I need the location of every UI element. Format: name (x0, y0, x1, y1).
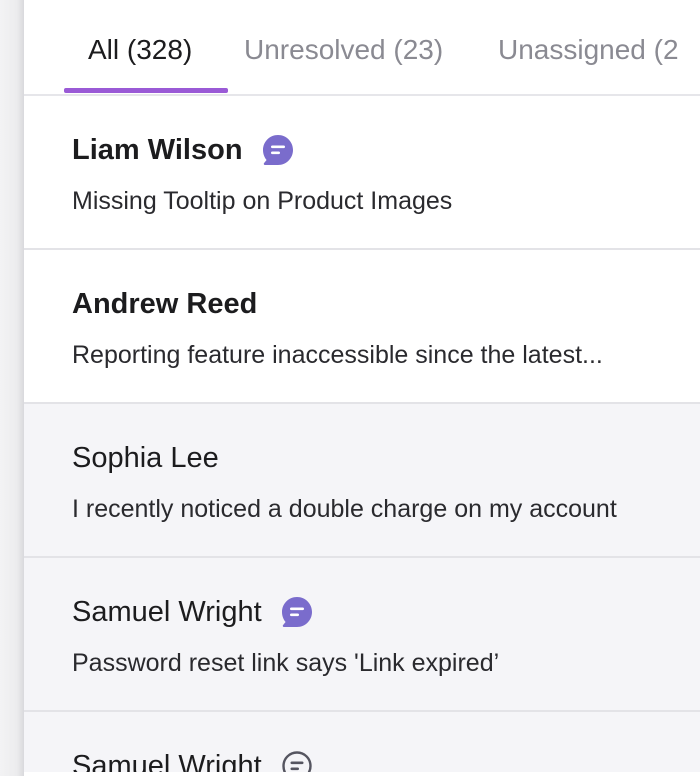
conversation-name-line: Samuel Wright (72, 746, 314, 772)
tab-unresolved[interactable]: Unresolved (23) (244, 30, 443, 70)
chat-bubble-outline-icon (280, 749, 314, 772)
active-tab-indicator (64, 88, 228, 93)
conversation-name-line: Andrew Reed (72, 284, 257, 324)
conversation-name-line: Samuel Wright (72, 592, 314, 632)
contact-name: Samuel Wright (72, 595, 262, 628)
conversation-name-line: Sophia Lee (72, 438, 219, 478)
message-preview: Missing Tooltip on Product Images (72, 187, 453, 215)
conversation-list: Liam Wilson Missing Tooltip on Product I… (24, 96, 700, 772)
conversation-row[interactable]: Samuel Wright (24, 712, 700, 772)
contact-name: Liam Wilson (72, 133, 243, 166)
chat-bubble-filled-icon (261, 133, 295, 167)
tab-bar: All (328) Unresolved (23) Unassigned (2 (24, 0, 700, 96)
contact-name: Andrew Reed (72, 287, 258, 320)
conversation-row[interactable]: Sophia Lee I recently noticed a double c… (24, 404, 700, 558)
conversation-panel: All (328) Unresolved (23) Unassigned (2 … (24, 0, 700, 776)
conversation-row[interactable]: Liam Wilson Missing Tooltip on Product I… (24, 96, 700, 250)
conversation-row[interactable]: Andrew Reed Reporting feature inaccessib… (24, 250, 700, 404)
message-preview: Reporting feature inaccessible since the… (72, 341, 603, 369)
panel-shadow (0, 0, 24, 776)
conversation-row[interactable]: Samuel Wright Password reset link says '… (24, 558, 700, 712)
tab-all[interactable]: All (328) (88, 30, 192, 70)
contact-name: Sophia Lee (72, 441, 219, 474)
app-frame: All (328) Unresolved (23) Unassigned (2 … (0, 0, 700, 776)
contact-name: Samuel Wright (72, 749, 262, 773)
message-preview: I recently noticed a double charge on my… (72, 495, 617, 523)
tab-unassigned[interactable]: Unassigned (2 (498, 30, 679, 70)
message-preview: Password reset link says 'Link expired’ (72, 649, 500, 677)
conversation-name-line: Liam Wilson (72, 130, 295, 170)
chat-bubble-filled-icon (280, 595, 314, 629)
